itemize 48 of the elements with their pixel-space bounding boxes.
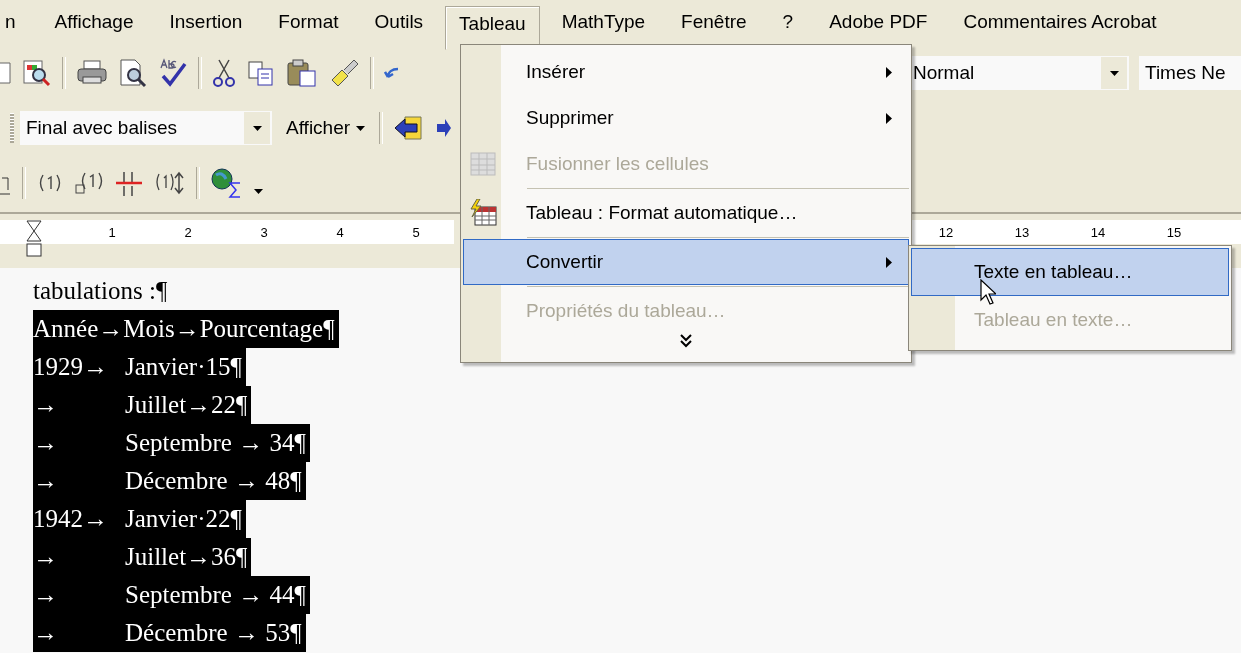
menu-item[interactable]: Tableau : Format automatique… (463, 190, 909, 236)
menu-bar-item[interactable]: Affichage (40, 4, 148, 40)
ruler-number: 4 (335, 224, 345, 240)
scissors-icon[interactable] (212, 58, 236, 88)
renumber-icon[interactable] (154, 170, 186, 196)
expand-chevron-icon[interactable] (680, 334, 692, 348)
research-icon[interactable] (22, 58, 52, 88)
menu-bar-item[interactable]: Format (264, 4, 353, 40)
menu-item[interactable]: Convertir (463, 239, 909, 285)
indent-marker-icon[interactable] (26, 220, 42, 258)
submenu-arrow-icon (886, 66, 892, 78)
print-preview-icon[interactable] (118, 58, 148, 88)
ruler-number: 15 (1165, 224, 1183, 240)
menu-bar-item[interactable]: Insertion (155, 4, 257, 40)
menu-item[interactable]: Insérer (463, 49, 909, 95)
ruler-number: 3 (259, 224, 269, 240)
dropdown-arrow-icon (1109, 70, 1119, 76)
paste-icon[interactable] (286, 58, 318, 88)
menu-bar-item[interactable]: ? (768, 4, 808, 40)
menu-bar-item[interactable]: Outils (360, 4, 438, 40)
show-menu-button[interactable]: Afficher (282, 117, 370, 139)
caret-icon[interactable] (254, 188, 263, 194)
table-lightning-icon (469, 199, 497, 227)
mouse-pointer-icon (980, 279, 996, 305)
font-dropdown[interactable]: Times Ne (1139, 56, 1241, 90)
menu-bar-item[interactable]: n (0, 4, 33, 40)
menu-bar-item[interactable]: Adobe PDF (815, 4, 942, 40)
markup-dropdown[interactable]: Final avec balises (20, 111, 272, 145)
ruler-number: 5 (411, 224, 421, 240)
ruler-number: 12 (937, 224, 955, 240)
ruler-number: 14 (1089, 224, 1107, 240)
copy-icon[interactable] (246, 58, 276, 88)
ruler-number: 13 (1013, 224, 1031, 240)
table-grid-icon (470, 152, 496, 176)
ruler-number: 1 (107, 224, 117, 240)
ruler-number: 2 (183, 224, 193, 240)
submenu-arrow-icon (886, 256, 892, 268)
printer-icon[interactable] (76, 59, 108, 87)
caret-icon (356, 125, 366, 131)
menu-bar-item[interactable]: MathType (547, 4, 660, 40)
submenu-arrow-icon (886, 112, 892, 124)
menu-bar-item[interactable]: Fenêtre (667, 4, 761, 40)
dropdown-arrow-icon (252, 125, 262, 131)
menu-item[interactable]: Texte en tableau… (911, 248, 1229, 296)
text-line: tabulations :¶ (33, 276, 169, 306)
spell-check-icon[interactable] (158, 58, 188, 88)
menu-item[interactable]: Supprimer (463, 95, 909, 141)
menu-bar-item[interactable]: Commentaires Acrobat (949, 4, 1171, 40)
